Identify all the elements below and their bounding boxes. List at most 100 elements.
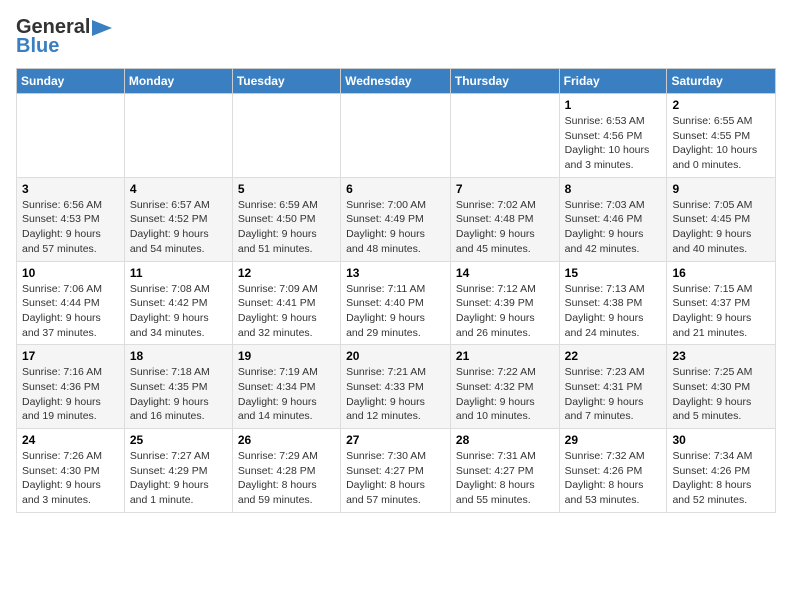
day-info: Sunrise: 7:21 AM Sunset: 4:33 PM Dayligh… bbox=[346, 365, 445, 424]
calendar-cell: 5 Sunrise: 6:59 AM Sunset: 4:50 PM Daylig… bbox=[232, 177, 340, 261]
calendar-week-row: 10 Sunrise: 7:06 AM Sunset: 4:44 PM Dayli… bbox=[17, 261, 776, 345]
calendar-cell bbox=[450, 94, 559, 178]
day-number: 18 bbox=[130, 349, 227, 363]
calendar-cell: 1Sunrise: 6:53 AM Sunset: 4:56 PM Daylig… bbox=[559, 94, 667, 178]
page-header: General Blue bbox=[16, 16, 776, 58]
calendar-cell: 14 Sunrise: 7:12 AM Sunset: 4:39 PM Dayli… bbox=[450, 261, 559, 345]
weekday-header-sunday: Sunday bbox=[17, 69, 125, 94]
day-info: Sunrise: 7:27 AM Sunset: 4:29 PM Dayligh… bbox=[130, 449, 227, 508]
day-number: 30 bbox=[672, 433, 770, 447]
day-info: Sunrise: 7:23 AM Sunset: 4:31 PM Dayligh… bbox=[565, 365, 662, 424]
calendar-week-row: 1Sunrise: 6:53 AM Sunset: 4:56 PM Daylig… bbox=[17, 94, 776, 178]
day-number: 17 bbox=[22, 349, 119, 363]
day-info: Sunrise: 7:26 AM Sunset: 4:30 PM Dayligh… bbox=[22, 449, 119, 508]
day-info: Sunrise: 7:05 AM Sunset: 4:45 PM Dayligh… bbox=[672, 198, 770, 257]
day-number: 27 bbox=[346, 433, 445, 447]
day-number: 10 bbox=[22, 266, 119, 280]
calendar-cell: 21 Sunrise: 7:22 AM Sunset: 4:32 PM Dayli… bbox=[450, 345, 559, 429]
weekday-header-saturday: Saturday bbox=[667, 69, 776, 94]
day-number: 20 bbox=[346, 349, 445, 363]
day-number: 24 bbox=[22, 433, 119, 447]
day-number: 26 bbox=[238, 433, 335, 447]
weekday-header-wednesday: Wednesday bbox=[341, 69, 451, 94]
logo-arrow-icon bbox=[92, 20, 112, 36]
calendar-cell: 28 Sunrise: 7:31 AM Sunset: 4:27 PM Dayli… bbox=[450, 429, 559, 513]
day-number: 8 bbox=[565, 182, 662, 196]
day-number: 29 bbox=[565, 433, 662, 447]
calendar-cell: 26 Sunrise: 7:29 AM Sunset: 4:28 PM Dayli… bbox=[232, 429, 340, 513]
calendar-header-row: SundayMondayTuesdayWednesdayThursdayFrid… bbox=[17, 69, 776, 94]
day-info: Sunrise: 7:18 AM Sunset: 4:35 PM Dayligh… bbox=[130, 365, 227, 424]
day-info: Sunrise: 7:02 AM Sunset: 4:48 PM Dayligh… bbox=[456, 198, 554, 257]
calendar-cell: 27 Sunrise: 7:30 AM Sunset: 4:27 PM Dayli… bbox=[341, 429, 451, 513]
calendar-cell: 24 Sunrise: 7:26 AM Sunset: 4:30 PM Dayli… bbox=[17, 429, 125, 513]
calendar-week-row: 17 Sunrise: 7:16 AM Sunset: 4:36 PM Dayli… bbox=[17, 345, 776, 429]
calendar-cell: 23Sunrise: 7:25 AM Sunset: 4:30 PM Dayli… bbox=[667, 345, 776, 429]
calendar-cell: 9 Sunrise: 7:05 AM Sunset: 4:45 PM Daylig… bbox=[667, 177, 776, 261]
day-number: 3 bbox=[22, 182, 119, 196]
calendar-cell: 7 Sunrise: 7:02 AM Sunset: 4:48 PM Daylig… bbox=[450, 177, 559, 261]
day-info: Sunrise: 6:59 AM Sunset: 4:50 PM Dayligh… bbox=[238, 198, 335, 257]
calendar-cell: 12Sunrise: 7:09 AM Sunset: 4:41 PM Dayli… bbox=[232, 261, 340, 345]
day-info: Sunrise: 6:57 AM Sunset: 4:52 PM Dayligh… bbox=[130, 198, 227, 257]
calendar-cell: 22 Sunrise: 7:23 AM Sunset: 4:31 PM Dayli… bbox=[559, 345, 667, 429]
day-number: 22 bbox=[565, 349, 662, 363]
day-info: Sunrise: 7:25 AM Sunset: 4:30 PM Dayligh… bbox=[672, 365, 770, 424]
calendar-cell: 10 Sunrise: 7:06 AM Sunset: 4:44 PM Dayli… bbox=[17, 261, 125, 345]
day-number: 19 bbox=[238, 349, 335, 363]
day-number: 4 bbox=[130, 182, 227, 196]
weekday-header-thursday: Thursday bbox=[450, 69, 559, 94]
day-number: 13 bbox=[346, 266, 445, 280]
day-number: 9 bbox=[672, 182, 770, 196]
calendar-cell: 29 Sunrise: 7:32 AM Sunset: 4:26 PM Dayli… bbox=[559, 429, 667, 513]
day-info: Sunrise: 7:12 AM Sunset: 4:39 PM Dayligh… bbox=[456, 282, 554, 341]
day-number: 7 bbox=[456, 182, 554, 196]
calendar-cell bbox=[341, 94, 451, 178]
logo-blue-text: Blue bbox=[16, 35, 59, 58]
day-number: 16 bbox=[672, 266, 770, 280]
day-info: Sunrise: 6:55 AM Sunset: 4:55 PM Dayligh… bbox=[672, 114, 770, 173]
day-info: Sunrise: 7:34 AM Sunset: 4:26 PM Dayligh… bbox=[672, 449, 770, 508]
weekday-header-friday: Friday bbox=[559, 69, 667, 94]
calendar-week-row: 3 Sunrise: 6:56 AM Sunset: 4:53 PM Daylig… bbox=[17, 177, 776, 261]
day-number: 25 bbox=[130, 433, 227, 447]
day-info: Sunrise: 6:56 AM Sunset: 4:53 PM Dayligh… bbox=[22, 198, 119, 257]
day-number: 21 bbox=[456, 349, 554, 363]
day-number: 14 bbox=[456, 266, 554, 280]
weekday-header-monday: Monday bbox=[124, 69, 232, 94]
day-info: Sunrise: 7:09 AM Sunset: 4:41 PM Dayligh… bbox=[238, 282, 335, 341]
day-number: 5 bbox=[238, 182, 335, 196]
day-number: 15 bbox=[565, 266, 662, 280]
calendar-cell: 6 Sunrise: 7:00 AM Sunset: 4:49 PM Daylig… bbox=[341, 177, 451, 261]
logo: General Blue bbox=[16, 16, 112, 58]
day-number: 6 bbox=[346, 182, 445, 196]
day-info: Sunrise: 7:16 AM Sunset: 4:36 PM Dayligh… bbox=[22, 365, 119, 424]
day-number: 28 bbox=[456, 433, 554, 447]
calendar-cell: 30 Sunrise: 7:34 AM Sunset: 4:26 PM Dayli… bbox=[667, 429, 776, 513]
calendar-cell: 17 Sunrise: 7:16 AM Sunset: 4:36 PM Dayli… bbox=[17, 345, 125, 429]
calendar-body: 1Sunrise: 6:53 AM Sunset: 4:56 PM Daylig… bbox=[17, 94, 776, 513]
calendar-cell bbox=[124, 94, 232, 178]
calendar-cell: 18 Sunrise: 7:18 AM Sunset: 4:35 PM Dayli… bbox=[124, 345, 232, 429]
day-info: Sunrise: 7:06 AM Sunset: 4:44 PM Dayligh… bbox=[22, 282, 119, 341]
calendar-cell: 20 Sunrise: 7:21 AM Sunset: 4:33 PM Dayli… bbox=[341, 345, 451, 429]
day-number: 2 bbox=[672, 98, 770, 112]
day-info: Sunrise: 7:08 AM Sunset: 4:42 PM Dayligh… bbox=[130, 282, 227, 341]
day-info: Sunrise: 7:22 AM Sunset: 4:32 PM Dayligh… bbox=[456, 365, 554, 424]
day-info: Sunrise: 6:53 AM Sunset: 4:56 PM Dayligh… bbox=[565, 114, 662, 173]
day-info: Sunrise: 7:31 AM Sunset: 4:27 PM Dayligh… bbox=[456, 449, 554, 508]
calendar-cell: 25 Sunrise: 7:27 AM Sunset: 4:29 PM Dayli… bbox=[124, 429, 232, 513]
calendar-cell: 2 Sunrise: 6:55 AM Sunset: 4:55 PM Daylig… bbox=[667, 94, 776, 178]
calendar-cell bbox=[17, 94, 125, 178]
day-info: Sunrise: 7:11 AM Sunset: 4:40 PM Dayligh… bbox=[346, 282, 445, 341]
calendar-cell: 4 Sunrise: 6:57 AM Sunset: 4:52 PM Daylig… bbox=[124, 177, 232, 261]
calendar-cell: 19 Sunrise: 7:19 AM Sunset: 4:34 PM Dayli… bbox=[232, 345, 340, 429]
calendar-cell: 13 Sunrise: 7:11 AM Sunset: 4:40 PM Dayli… bbox=[341, 261, 451, 345]
day-info: Sunrise: 7:29 AM Sunset: 4:28 PM Dayligh… bbox=[238, 449, 335, 508]
day-info: Sunrise: 7:32 AM Sunset: 4:26 PM Dayligh… bbox=[565, 449, 662, 508]
day-info: Sunrise: 7:30 AM Sunset: 4:27 PM Dayligh… bbox=[346, 449, 445, 508]
day-info: Sunrise: 7:00 AM Sunset: 4:49 PM Dayligh… bbox=[346, 198, 445, 257]
calendar-cell: 16 Sunrise: 7:15 AM Sunset: 4:37 PM Dayli… bbox=[667, 261, 776, 345]
day-info: Sunrise: 7:15 AM Sunset: 4:37 PM Dayligh… bbox=[672, 282, 770, 341]
day-info: Sunrise: 7:19 AM Sunset: 4:34 PM Dayligh… bbox=[238, 365, 335, 424]
